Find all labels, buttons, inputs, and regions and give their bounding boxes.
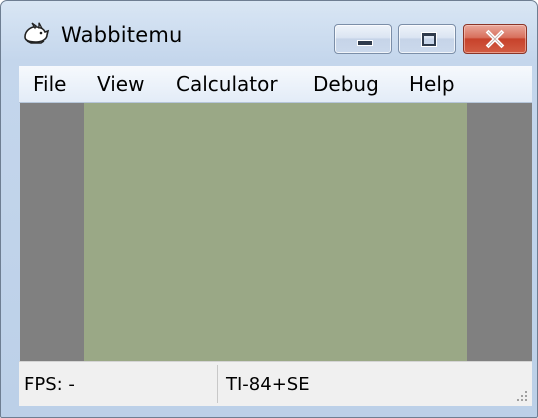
model-status: TI-84+SE bbox=[226, 374, 310, 395]
menu-view[interactable]: View bbox=[97, 71, 144, 97]
title-bar[interactable]: Wabbitemu bbox=[1, 1, 537, 63]
maximize-icon bbox=[422, 33, 436, 46]
menu-calculator[interactable]: Calculator bbox=[176, 71, 278, 97]
menu-help[interactable]: Help bbox=[409, 71, 455, 97]
status-divider bbox=[217, 365, 218, 403]
minimize-icon bbox=[357, 40, 373, 46]
close-icon bbox=[485, 29, 505, 49]
menu-file[interactable]: File bbox=[33, 71, 66, 97]
status-bar: FPS: - TI-84+SE bbox=[19, 361, 532, 406]
window-title: Wabbitemu bbox=[61, 23, 183, 47]
lcd-screen[interactable] bbox=[84, 103, 467, 361]
fps-status: FPS: - bbox=[24, 374, 75, 395]
menu-bar: File View Calculator Debug Help bbox=[19, 66, 532, 103]
app-window: Wabbitemu File View Calculator Debug Hel… bbox=[0, 0, 538, 418]
maximize-button[interactable] bbox=[398, 24, 456, 54]
calculator-bezel bbox=[20, 103, 532, 361]
menu-debug[interactable]: Debug bbox=[313, 71, 379, 97]
wabbit-icon[interactable] bbox=[22, 22, 50, 46]
close-button[interactable] bbox=[463, 24, 527, 54]
minimize-button[interactable] bbox=[334, 24, 392, 54]
resize-grip-icon[interactable] bbox=[515, 389, 529, 403]
